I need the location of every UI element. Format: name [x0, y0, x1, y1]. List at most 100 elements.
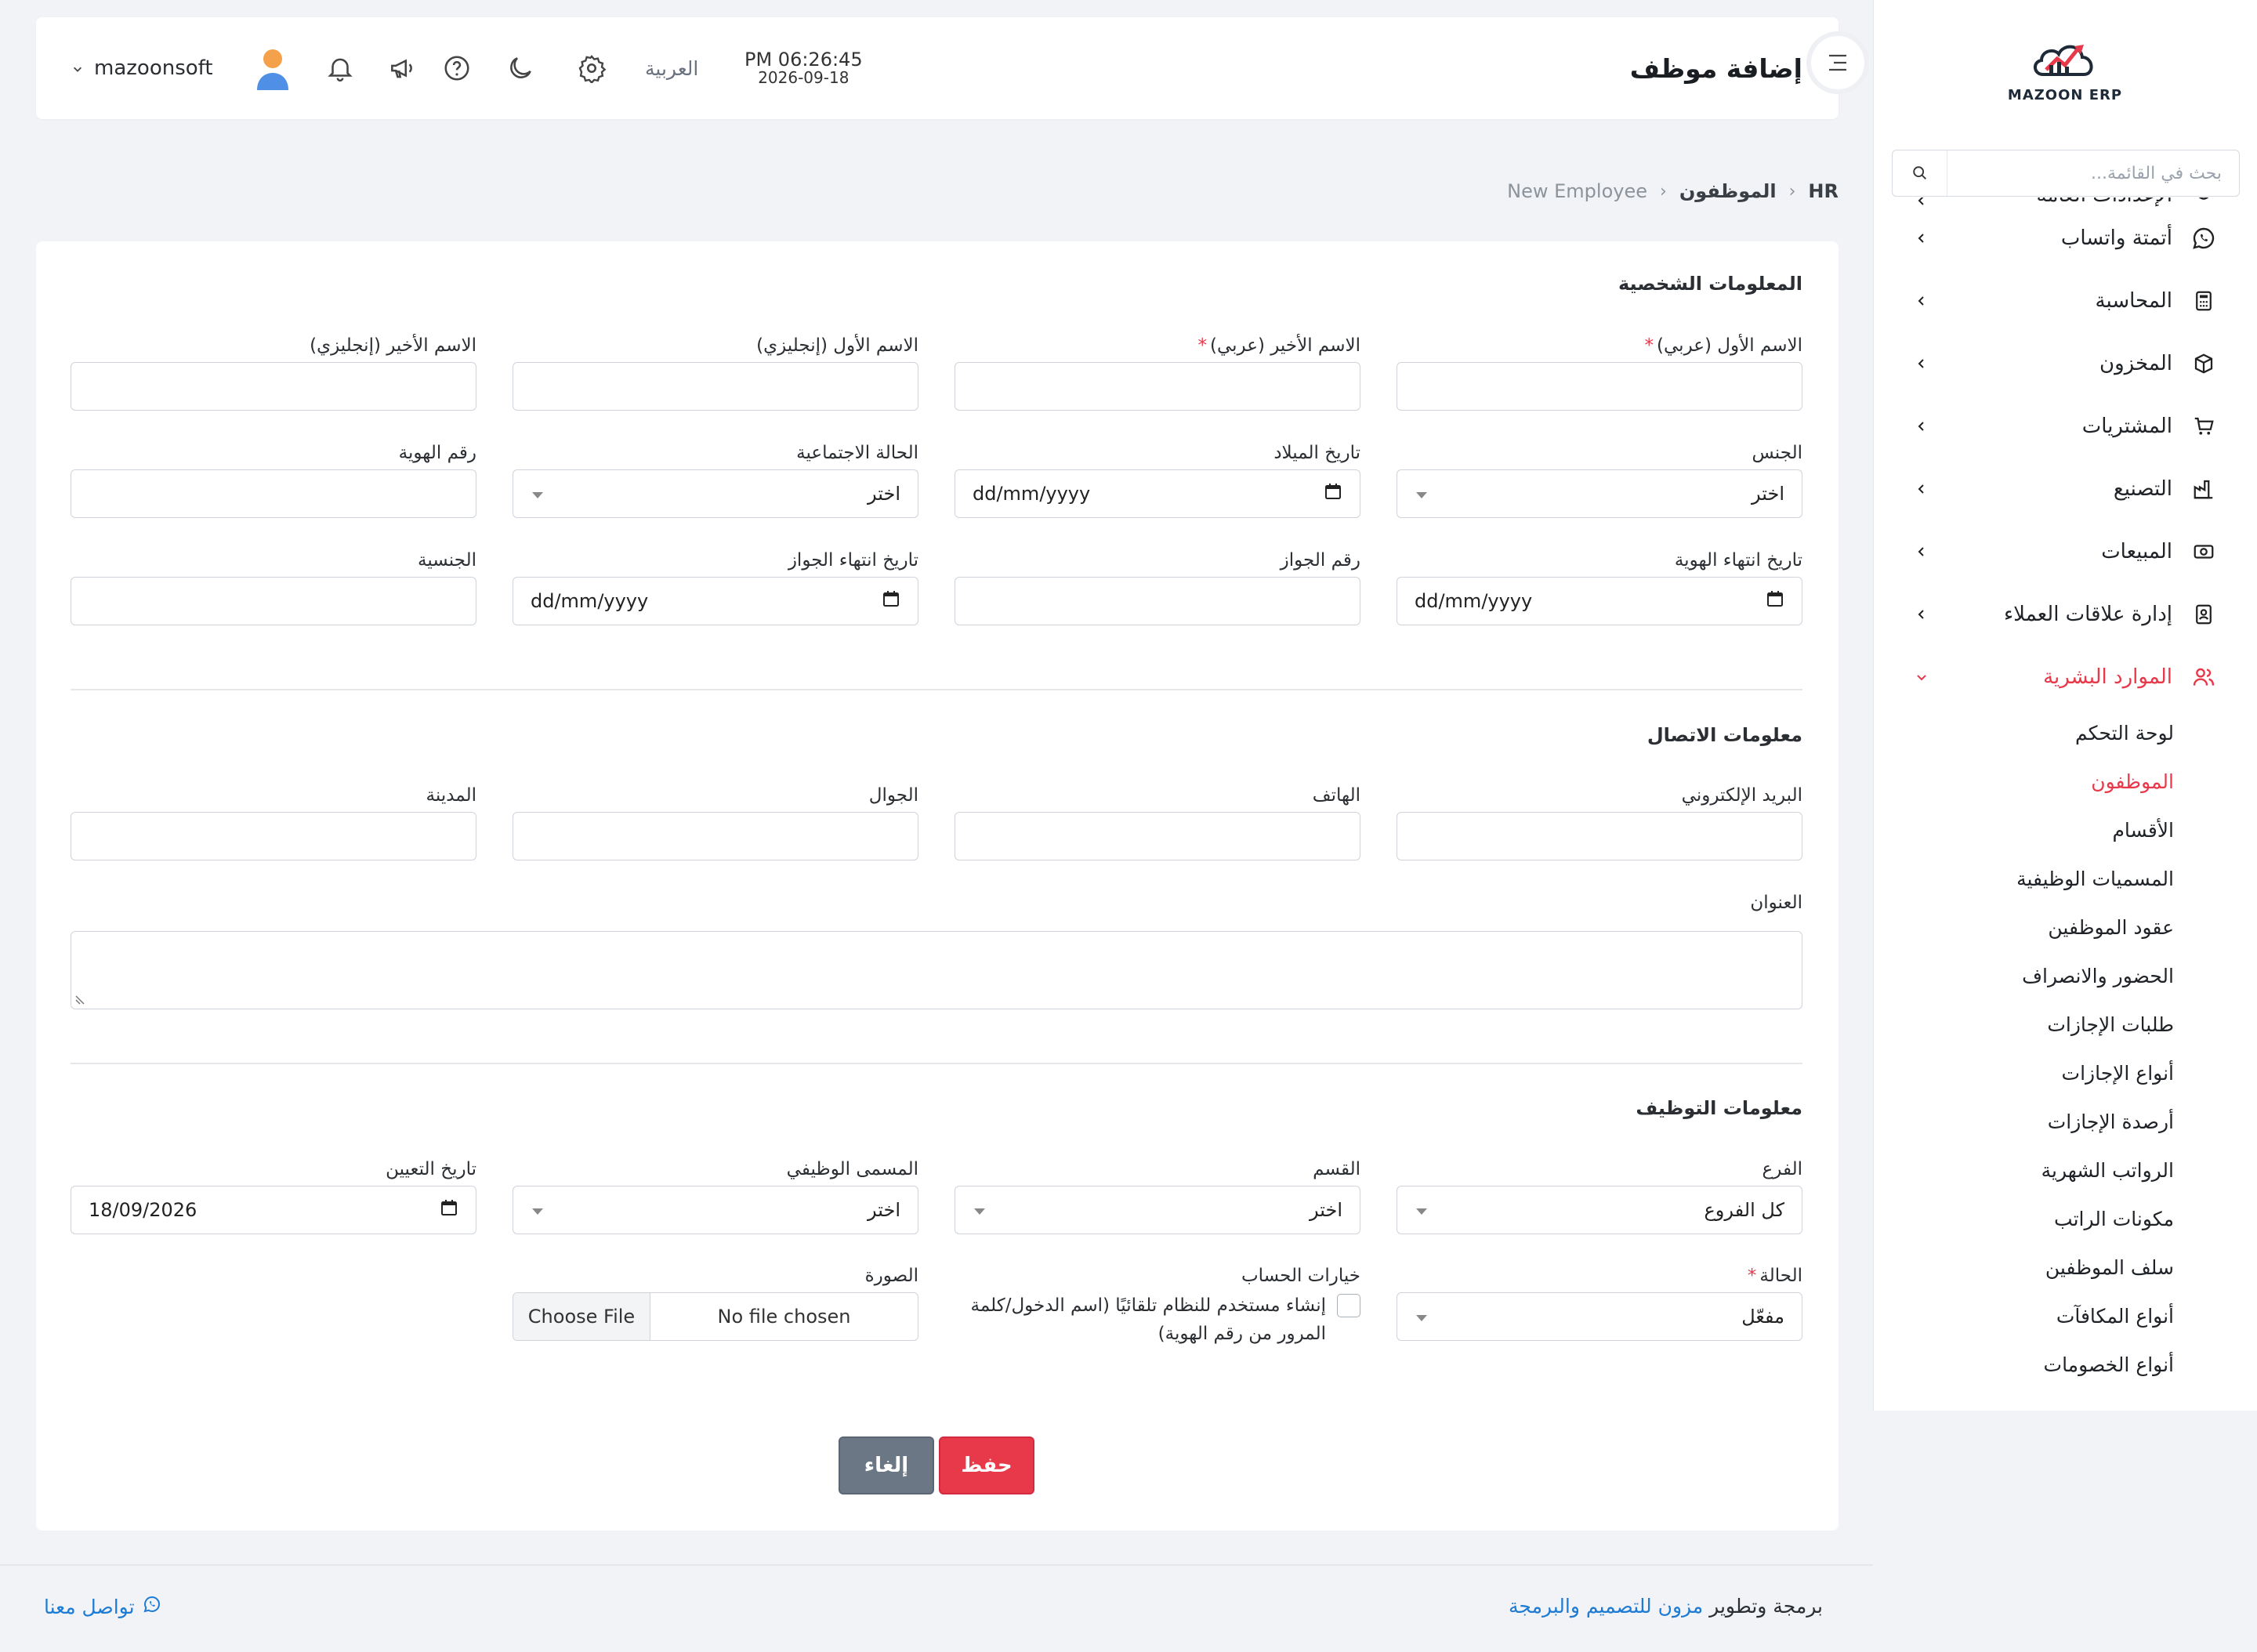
- field-photo: الصورة Choose File No file chosen: [513, 1266, 918, 1341]
- sidebar-item-purchases[interactable]: المشتريات: [1873, 395, 2257, 458]
- first-name-en-input[interactable]: [513, 362, 918, 411]
- choose-file-button[interactable]: Choose File: [513, 1293, 650, 1340]
- submenu-item-leave-types[interactable]: أنواع الإجازات: [1873, 1049, 2174, 1097]
- field-label: رقم الهوية: [398, 443, 476, 463]
- last-name-en-input[interactable]: [71, 362, 476, 411]
- sidebar-item-settings[interactable]: الإعدادات العامة: [1873, 197, 2257, 207]
- sidebar-toggle-button[interactable]: [1806, 31, 1869, 94]
- user-menu[interactable]: mazoonsoft: [72, 46, 292, 90]
- logo-cloud-icon: [2034, 45, 2093, 76]
- sidebar-search-input[interactable]: [1947, 150, 2239, 196]
- file-status: No file chosen: [717, 1306, 851, 1328]
- section-divider: [71, 689, 1802, 690]
- sidebar-item-whatsapp[interactable]: أتمتة واتساب: [1873, 207, 2257, 270]
- city-input[interactable]: [71, 812, 476, 860]
- field-account-options: خيارات الحساب إنشاء مستخدم للنظام تلقائي…: [955, 1266, 1360, 1348]
- checkbox-label[interactable]: إنشاء مستخدم للنظام تلقائيًا (اسم الدخول…: [955, 1292, 1326, 1348]
- sidebar-item-hr[interactable]: الموارد البشرية: [1873, 646, 2257, 708]
- email-input[interactable]: [1397, 812, 1802, 860]
- breadcrumb-employees[interactable]: الموظفون: [1679, 180, 1777, 202]
- status-select[interactable]: مفعّل: [1397, 1292, 1802, 1341]
- id-expiry-input[interactable]: dd/mm/yyyy: [1397, 577, 1802, 625]
- passport-expiry-input[interactable]: dd/mm/yyyy: [513, 577, 918, 625]
- field-label: الهاتف: [1312, 785, 1360, 806]
- field-marital: الحالة الاجتماعية اختر: [513, 443, 918, 518]
- photo-file-input[interactable]: Choose File No file chosen: [513, 1292, 918, 1341]
- branch-select[interactable]: كل الفروع: [1397, 1186, 1802, 1234]
- submenu-item-advances[interactable]: سلف الموظفين: [1873, 1243, 2174, 1292]
- avatar: [254, 46, 292, 90]
- footer-credit: برمجة وتطوير مزون للتصميم والبرمجة: [1509, 1595, 1823, 1618]
- calendar-icon[interactable]: [1766, 589, 1784, 613]
- submenu-item-leave-requests[interactable]: طلبات الإجازات: [1873, 1000, 2174, 1049]
- gender-select[interactable]: اختر: [1397, 469, 1802, 518]
- sidebar-item-crm[interactable]: إدارة علاقات العملاء: [1873, 583, 2257, 646]
- search-icon[interactable]: [1893, 150, 1947, 196]
- auto-user-checkbox[interactable]: [1337, 1294, 1360, 1317]
- submenu-item-dashboard[interactable]: لوحة التحكم: [1873, 708, 2174, 757]
- submenu-item-employees[interactable]: الموظفون: [1873, 757, 2174, 806]
- marital-select[interactable]: اختر: [513, 469, 918, 518]
- submenu-item-job-titles[interactable]: المسميات الوظيفية: [1873, 854, 2174, 903]
- job-title-select[interactable]: اختر: [513, 1186, 918, 1234]
- help-icon[interactable]: [440, 52, 473, 85]
- address-textarea[interactable]: [71, 931, 1802, 1009]
- field-branch: الفرع كل الفروع: [1397, 1159, 1802, 1234]
- submenu-item-leave-balances[interactable]: أرصدة الإجازات: [1873, 1097, 2174, 1146]
- nationality-input[interactable]: [71, 577, 476, 625]
- submenu-item-salary-components[interactable]: مكونات الراتب: [1873, 1194, 2174, 1243]
- brand-logo[interactable]: MAZOON ERP: [2008, 34, 2122, 103]
- contact-us-link[interactable]: تواصل معنا: [44, 1595, 161, 1618]
- sidebar-item-inventory[interactable]: المخزون: [1873, 332, 2257, 395]
- language-switch[interactable]: العربية: [645, 57, 698, 80]
- chevron-left-icon: ‹: [1788, 181, 1796, 201]
- submenu-item-deduction-types[interactable]: أنواع الخصومات: [1873, 1340, 2174, 1389]
- sidebar: MAZOON ERP الإعدادات العامة أتمتة واتساب: [1873, 0, 2257, 1411]
- menu-icon: [1829, 54, 1846, 71]
- birth-date-input[interactable]: dd/mm/yyyy: [955, 469, 1360, 518]
- field-status: الحالة* مفعّل: [1397, 1266, 1802, 1341]
- calendar-icon[interactable]: [440, 1198, 458, 1222]
- megaphone-icon[interactable]: [386, 52, 418, 85]
- submenu-item-contracts[interactable]: عقود الموظفين: [1873, 903, 2174, 951]
- calendar-icon[interactable]: [1324, 482, 1342, 505]
- submenu-item-attendance[interactable]: الحضور والانصراف: [1873, 951, 2174, 1000]
- bell-icon[interactable]: [324, 52, 357, 85]
- caret-down-icon: [1415, 1306, 1429, 1328]
- passport-input[interactable]: [955, 577, 1360, 625]
- hire-date-input[interactable]: 18/09/2026: [71, 1186, 476, 1234]
- id-number-input[interactable]: [71, 469, 476, 518]
- phone-input[interactable]: [955, 812, 1360, 860]
- submenu-item-bonus-types[interactable]: أنواع المكافآت: [1873, 1292, 2174, 1340]
- moon-icon[interactable]: [504, 52, 537, 85]
- save-button[interactable]: حفظ: [939, 1436, 1034, 1494]
- field-label: القسم: [1313, 1159, 1360, 1179]
- first-name-ar-input[interactable]: [1397, 362, 1802, 411]
- credit-link[interactable]: مزون للتصميم والبرمجة: [1509, 1595, 1703, 1618]
- calendar-icon[interactable]: [882, 589, 900, 613]
- mobile-input[interactable]: [513, 812, 918, 860]
- sidebar-item-label: إدارة علاقات العملاء: [2003, 603, 2172, 626]
- hr-submenu: لوحة التحكم الموظفون الأقسام المسميات ال…: [1873, 708, 2257, 1389]
- select-value: اختر: [1752, 483, 1784, 505]
- gear-icon[interactable]: [575, 52, 608, 85]
- breadcrumb-hr[interactable]: HR: [1808, 180, 1839, 202]
- submenu-item-departments[interactable]: الأقسام: [1873, 806, 2174, 854]
- sidebar-search: [1892, 150, 2240, 197]
- sidebar-item-manufacturing[interactable]: التصنيع: [1873, 458, 2257, 520]
- submenu-item-payroll[interactable]: الرواتب الشهرية: [1873, 1146, 2174, 1194]
- field-label: المسمى الوظيفي: [786, 1159, 918, 1179]
- department-select[interactable]: اختر: [955, 1186, 1360, 1234]
- field-mobile: الجوال: [513, 785, 918, 860]
- resize-handle-icon[interactable]: [74, 994, 85, 1005]
- sidebar-item-accounting[interactable]: المحاسبة: [1873, 270, 2257, 332]
- sidebar-item-sales[interactable]: المبيعات: [1873, 520, 2257, 583]
- chevron-left-icon: [1912, 357, 1931, 370]
- chevron-left-icon: [1912, 295, 1931, 307]
- top-bar: mazoonsoft العربية PM 06:26:45 2026-09-1…: [36, 17, 1839, 119]
- field-nationality: الجنسية: [71, 550, 476, 625]
- field-label: الاسم الأخير (إنجليزي): [310, 335, 476, 356]
- last-name-ar-input[interactable]: [955, 362, 1360, 411]
- cancel-button[interactable]: إلغاء: [839, 1436, 934, 1494]
- field-label: الصورة: [864, 1266, 918, 1286]
